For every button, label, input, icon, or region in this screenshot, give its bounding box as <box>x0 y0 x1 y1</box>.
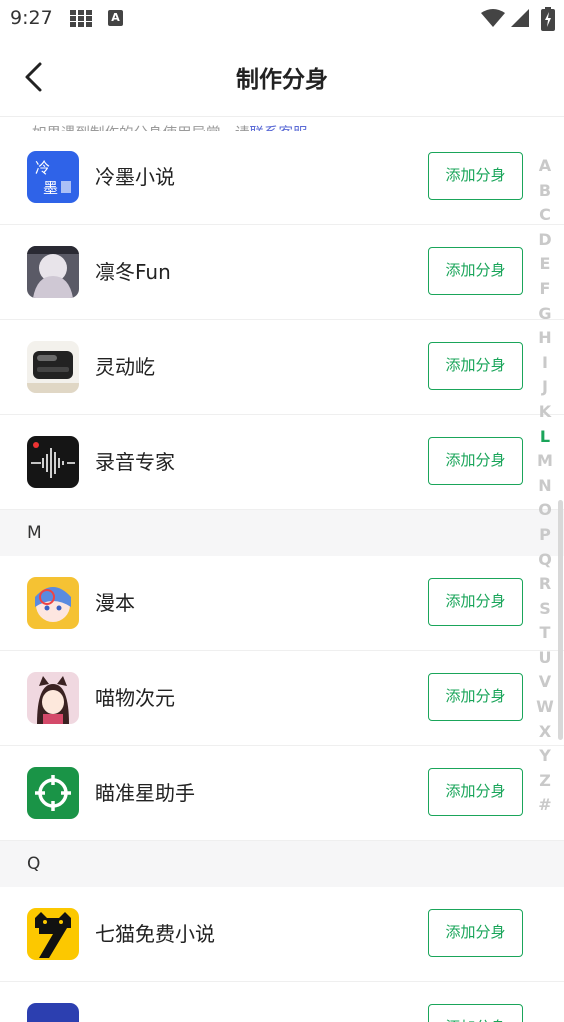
lengmo-app-icon: 冷墨 <box>27 151 79 203</box>
app-name: 冷墨小说 <box>95 165 175 189</box>
app-name: 录音专家 <box>95 450 175 474</box>
list-item: 漫本 添加分身 <box>0 556 564 651</box>
add-clone-button[interactable]: 添加分身 <box>428 342 523 390</box>
signal-icon <box>511 9 529 27</box>
miaowu-app-icon <box>27 672 79 724</box>
index-letter[interactable]: J <box>534 375 556 400</box>
list-item: 瞄准星助手 添加分身 <box>0 746 564 841</box>
index-letter[interactable]: L <box>534 425 556 450</box>
qimao-app-icon <box>27 908 79 960</box>
index-letter[interactable]: C <box>534 203 556 228</box>
wifi-icon <box>481 9 505 27</box>
svg-text:冷: 冷 <box>35 159 50 177</box>
add-clone-button[interactable]: 添加分身 <box>428 673 523 721</box>
index-letter[interactable]: Q <box>534 548 556 573</box>
list-item: 录音专家 添加分身 <box>0 415 564 510</box>
index-letter[interactable]: O <box>534 498 556 523</box>
crosshair-app-icon <box>27 767 79 819</box>
add-clone-button[interactable]: 添加分身 <box>428 152 523 200</box>
index-letter[interactable]: F <box>534 277 556 302</box>
index-letter[interactable]: B <box>534 179 556 204</box>
section-header: Q <box>0 841 564 887</box>
list-item: 添加分身 <box>0 982 564 1022</box>
status-time: 9:27 <box>10 7 53 29</box>
app-name: 漫本 <box>95 591 135 615</box>
app-name: 七猫免费小说 <box>95 922 215 946</box>
battery-icon <box>541 7 555 31</box>
index-letter[interactable]: V <box>534 670 556 695</box>
recorder-app-icon <box>27 436 79 488</box>
alphabet-index-bar[interactable]: A B C D E F G H I J K L M N O P Q R S T U V W X Y Z # <box>534 154 556 818</box>
index-letter[interactable]: Y <box>534 744 556 769</box>
add-clone-button[interactable]: 添加分身 <box>428 578 523 626</box>
app-name: 瞄准星助手 <box>95 781 195 805</box>
list-item: 凛冬Fun 添加分身 <box>0 225 564 320</box>
index-letter[interactable]: S <box>534 597 556 622</box>
list-item: 灵动屹 添加分身 <box>0 320 564 415</box>
grid-icon <box>70 10 92 28</box>
index-letter[interactable]: R <box>534 572 556 597</box>
app-name: 凛冬Fun <box>95 260 171 284</box>
index-letter[interactable]: H <box>534 326 556 351</box>
index-letter[interactable]: U <box>534 646 556 671</box>
index-letter[interactable]: G <box>534 302 556 327</box>
add-clone-button[interactable]: 添加分身 <box>428 247 523 295</box>
app-name: 喵物次元 <box>95 686 175 710</box>
add-clone-button[interactable]: 添加分身 <box>428 437 523 485</box>
index-letter[interactable]: E <box>534 252 556 277</box>
app-list: 冷墨 冷墨小说 添加分身 凛冬Fun 添加分身 灵动屹 添加分身 录音专家 添加… <box>0 131 564 1022</box>
add-clone-button[interactable]: 添加分身 <box>428 768 523 816</box>
header: 制作分身 <box>0 38 564 117</box>
list-item: 喵物次元 添加分身 <box>0 651 564 746</box>
status-bar: 9:27 A <box>0 0 564 38</box>
index-letter[interactable]: W <box>534 695 556 720</box>
section-header: M <box>0 510 564 556</box>
scrollbar[interactable] <box>558 500 563 740</box>
list-item: 七猫免费小说 添加分身 <box>0 887 564 982</box>
section-letter: M <box>27 523 42 543</box>
a-icon: A <box>108 10 123 26</box>
index-letter[interactable]: # <box>534 793 556 818</box>
index-letter[interactable]: K <box>534 400 556 425</box>
lindong-app-icon <box>27 246 79 298</box>
section-letter: Q <box>27 854 41 874</box>
index-letter[interactable]: M <box>534 449 556 474</box>
manben-app-icon <box>27 577 79 629</box>
index-letter[interactable]: P <box>534 523 556 548</box>
list-item: 冷墨 冷墨小说 添加分身 <box>0 131 564 225</box>
index-letter[interactable]: A <box>534 154 556 179</box>
index-letter[interactable]: D <box>534 228 556 253</box>
add-clone-button[interactable]: 添加分身 <box>428 909 523 957</box>
add-clone-button[interactable]: 添加分身 <box>428 1004 523 1022</box>
next-app-icon <box>27 1003 79 1022</box>
lingdong-app-icon <box>27 341 79 393</box>
index-letter[interactable]: Z <box>534 769 556 794</box>
svg-text:墨: 墨 <box>43 179 58 197</box>
page-title: 制作分身 <box>236 67 328 93</box>
index-letter[interactable]: I <box>534 351 556 376</box>
index-letter[interactable]: N <box>534 474 556 499</box>
index-letter[interactable]: X <box>534 720 556 745</box>
index-letter[interactable]: T <box>534 621 556 646</box>
app-name: 灵动屹 <box>95 355 155 379</box>
